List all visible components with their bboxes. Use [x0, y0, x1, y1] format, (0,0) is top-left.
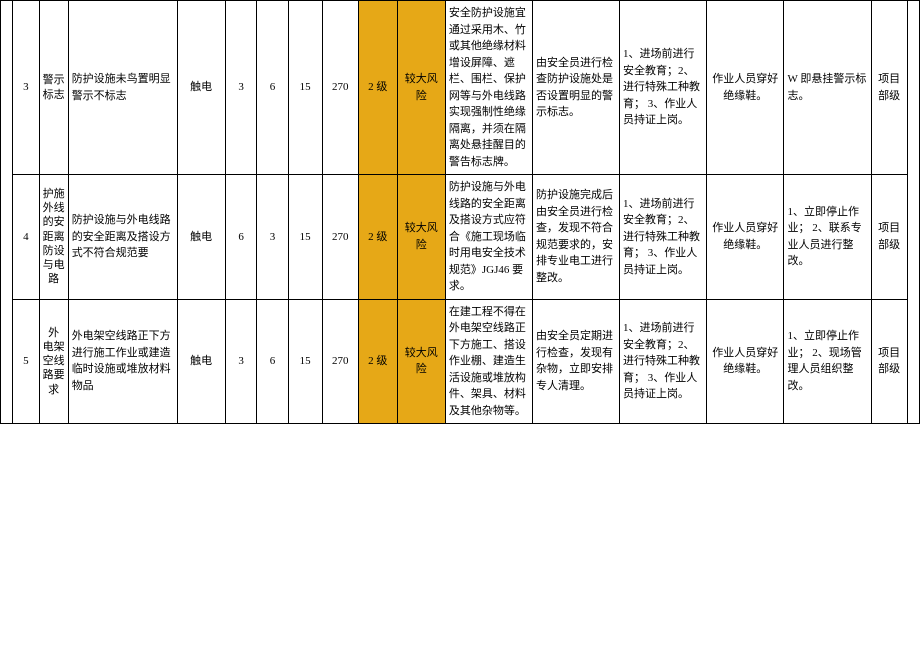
- row-group-stub: [1, 1, 13, 424]
- table: 3 警示标志 防护设施未鸟置明显警示不标志 触电 3 6 15 270 2 级 …: [0, 0, 920, 424]
- cell-n3: 15: [288, 299, 322, 424]
- cell-measure1: 安全防护设施宜通过采用木、竹或其他绝缘材料增设屏障、遮栏、围栏、保护网等与外电线…: [445, 1, 532, 175]
- cell-measure3: 1、进场前进行安全教育；2、进行特殊工种教育； 3、作业人员持证上岗。: [620, 1, 707, 175]
- cell-risk: 较大风险: [397, 1, 445, 175]
- cell-measure2: 由安全员定期进行检查，发现有杂物，立即安排专人清理。: [532, 299, 619, 424]
- cell-n3: 15: [288, 175, 322, 300]
- cell-measure5: 1、立即停止作业； 2、联系专业人员进行整改。: [784, 175, 871, 300]
- cell-index: 4: [13, 175, 40, 300]
- cell-desc: 防护设施与外电线路的安全距离及搭设方式不符合规范要: [68, 175, 177, 300]
- cell-hazard: 触电: [177, 1, 225, 175]
- cell-measure3: 1、进场前进行安全教育；2、进行特殊工种教育； 3、作业人员持证上岗。: [620, 299, 707, 424]
- cell-category: 警示标志: [39, 1, 68, 175]
- cell-desc: 外电架空线路正下方进行施工作业或建造临时设施或堆放材料物品: [68, 299, 177, 424]
- cell-measure4: 作业人员穿好绝缘鞋。: [707, 1, 784, 175]
- cell-level: 2 级: [358, 175, 397, 300]
- cell-n4: 270: [322, 1, 358, 175]
- cell-hazard: 触电: [177, 175, 225, 300]
- cell-measure1: 防护设施与外电线路的安全距离及搭设方式应符合《施工现场临时用电安全技术规范》JG…: [445, 175, 532, 300]
- risk-assessment-table: 3 警示标志 防护设施未鸟置明显警示不标志 触电 3 6 15 270 2 级 …: [0, 0, 920, 424]
- cell-measure1: 在建工程不得在外电架空线路正下方施工、搭设作业棚、建造生活设施或堆放构件、架具、…: [445, 299, 532, 424]
- table-row: 3 警示标志 防护设施未鸟置明显警示不标志 触电 3 6 15 270 2 级 …: [1, 1, 920, 175]
- cell-level: 2 级: [358, 1, 397, 175]
- cell-risk: 较大风险: [397, 175, 445, 300]
- cell-n2: 6: [257, 299, 288, 424]
- cell-measure2: 防护设施完成后由安全员进行检查，发现不符合规范要求的，安排专业电工进行整改。: [532, 175, 619, 300]
- cell-measure2: 由安全员进行检查防护设施处是否设置明显的警示标志。: [532, 1, 619, 175]
- cell-hazard: 触电: [177, 299, 225, 424]
- cell-n1: 3: [225, 1, 256, 175]
- cell-measure4: 作业人员穿好绝缘鞋。: [707, 299, 784, 424]
- cell-risk: 较大风险: [397, 299, 445, 424]
- cell-measure5: W 即悬挂警示标志。: [784, 1, 871, 175]
- cell-n2: 6: [257, 1, 288, 175]
- cell-n1: 3: [225, 299, 256, 424]
- cell-measure4: 作业人员穿好绝缘鞋。: [707, 175, 784, 300]
- cell-index: 5: [13, 299, 40, 424]
- cell-category: 护施外线的安距离防设与电路: [39, 175, 68, 300]
- cell-desc: 防护设施未鸟置明显警示不标志: [68, 1, 177, 175]
- cell-n3: 15: [288, 1, 322, 175]
- cell-owner: 项目部级: [871, 175, 907, 300]
- table-row: 4 护施外线的安距离防设与电路 防护设施与外电线路的安全距离及搭设方式不符合规范…: [1, 175, 920, 300]
- row-group-stub-right: [907, 1, 919, 424]
- cell-n2: 3: [257, 175, 288, 300]
- cell-n4: 270: [322, 175, 358, 300]
- cell-level: 2 级: [358, 299, 397, 424]
- cell-index: 3: [13, 1, 40, 175]
- cell-owner: 项目部级: [871, 1, 907, 175]
- cell-category: 外 电架 空线 路要 求: [39, 299, 68, 424]
- cell-n1: 6: [225, 175, 256, 300]
- cell-owner: 项目部级: [871, 299, 907, 424]
- cell-measure5: 1、立即停止作业； 2、现场管理人员组织整改。: [784, 299, 871, 424]
- cell-n4: 270: [322, 299, 358, 424]
- cell-measure3: 1、进场前进行安全教育；2、进行特殊工种教育； 3、作业人员持证上岗。: [620, 175, 707, 300]
- table-row: 5 外 电架 空线 路要 求 外电架空线路正下方进行施工作业或建造临时设施或堆放…: [1, 299, 920, 424]
